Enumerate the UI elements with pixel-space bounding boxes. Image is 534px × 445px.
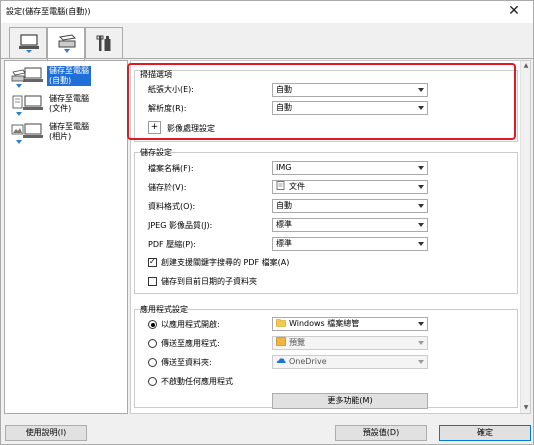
open-with-label: 以應用程式開啟:: [161, 320, 220, 329]
sidebar-item-save-auto[interactable]: 儲存至電腦 (自動): [7, 64, 126, 92]
computer-scan-icon: [19, 34, 39, 53]
send-to-folder-select[interactable]: OneDrive: [272, 355, 428, 369]
sidebar-item-save-photo[interactable]: 儲存至電腦 (相片): [7, 120, 126, 148]
save-in-label: 儲存於(V):: [148, 183, 187, 192]
open-with-select[interactable]: Windows 檔案總管: [272, 317, 428, 331]
date-subfolder-checkbox[interactable]: [148, 277, 157, 286]
save-document-icon: [12, 95, 43, 116]
defaults-button[interactable]: 預設值(D): [335, 425, 427, 441]
scan-options-highlight: [127, 63, 516, 140]
vertical-scrollbar[interactable]: ▲ ▼: [520, 61, 530, 413]
documents-folder-icon: [276, 181, 286, 190]
chevron-down-icon: [418, 360, 424, 364]
sidebar-item-label: 儲存至電腦 (自動): [47, 66, 91, 86]
send-to-app-radio[interactable]: [148, 339, 157, 348]
chevron-down-icon: [418, 341, 424, 345]
close-icon[interactable]: ✕: [499, 2, 529, 20]
save-photo-icon: [11, 123, 43, 144]
send-to-app-label: 傳送至應用程式:: [161, 339, 220, 348]
sidebar-item-label: 儲存至電腦 (相片): [49, 122, 89, 141]
keyword-pdf-checkbox[interactable]: [148, 257, 157, 267]
chevron-down-icon: [418, 185, 424, 189]
tab-scan-from-panel[interactable]: [47, 27, 85, 60]
send-to-folder-radio[interactable]: [148, 358, 157, 367]
chevron-down-icon: [418, 223, 424, 227]
pdf-compression-select[interactable]: 標準: [272, 237, 428, 251]
preview-app-icon: [276, 337, 286, 346]
tab-strip: [1, 23, 533, 60]
data-format-select[interactable]: 自動: [272, 199, 428, 213]
send-to-folder-label: 傳送至資料夾:: [161, 358, 212, 367]
filename-input[interactable]: IMG: [272, 161, 428, 175]
settings-dialog: 設定(儲存至電腦(自動)) ✕ 儲存至電腦 (自動) 儲存至電腦 (文件) 儲存…: [0, 0, 534, 445]
tab-general-settings[interactable]: [85, 27, 123, 59]
help-button[interactable]: 使用說明(I): [5, 425, 87, 441]
tab-divider: [1, 58, 533, 59]
no-app-label: 不啟動任何應用程式: [161, 377, 233, 386]
scroll-up-icon[interactable]: ▲: [522, 61, 530, 71]
date-subfolder-label: 儲存到目前日期的子資料夾: [161, 277, 257, 286]
no-app-radio[interactable]: [148, 377, 157, 386]
folder-icon: [276, 318, 286, 327]
onedrive-icon: [276, 356, 286, 365]
chevron-down-icon: [418, 322, 424, 326]
title-bar: 設定(儲存至電腦(自動)) ✕: [1, 1, 533, 23]
window-title: 設定(儲存至電腦(自動)): [6, 7, 91, 16]
pdf-compression-label: PDF 壓縮(P):: [148, 240, 196, 249]
scroll-down-icon[interactable]: ▼: [522, 403, 530, 413]
open-with-radio[interactable]: [148, 320, 157, 329]
save-in-select[interactable]: 文件: [272, 180, 428, 194]
ok-button[interactable]: 確定: [439, 425, 531, 441]
jpeg-quality-select[interactable]: 標準: [272, 218, 428, 232]
send-to-app-select[interactable]: 預覽: [272, 336, 428, 350]
chevron-down-icon: [418, 204, 424, 208]
tab-scan-from-computer[interactable]: [9, 27, 47, 59]
more-functions-button[interactable]: 更多功能(M): [272, 393, 428, 409]
sidebar-item-label: 儲存至電腦 (文件): [49, 94, 89, 113]
save-to-computer-icon: [11, 67, 43, 88]
app-settings-title: 應用程式設定: [140, 305, 188, 314]
chevron-down-icon: [418, 166, 424, 170]
data-format-label: 資料格式(O):: [148, 202, 196, 211]
chevron-down-icon: [418, 242, 424, 246]
tools-icon: [96, 35, 111, 51]
keyword-pdf-label: 創建支援關鍵字搜尋的 PDF 檔案(A): [161, 258, 290, 267]
save-settings-title: 儲存設定: [140, 148, 172, 157]
jpeg-quality-label: JPEG 影像品質(J):: [148, 221, 213, 230]
sidebar-item-save-document[interactable]: 儲存至電腦 (文件): [7, 92, 126, 120]
filename-label: 檔案名稱(F):: [148, 164, 194, 173]
sidebar: 儲存至電腦 (自動) 儲存至電腦 (文件) 儲存至電腦 (相片): [4, 60, 128, 414]
scanner-icon: [58, 34, 77, 53]
